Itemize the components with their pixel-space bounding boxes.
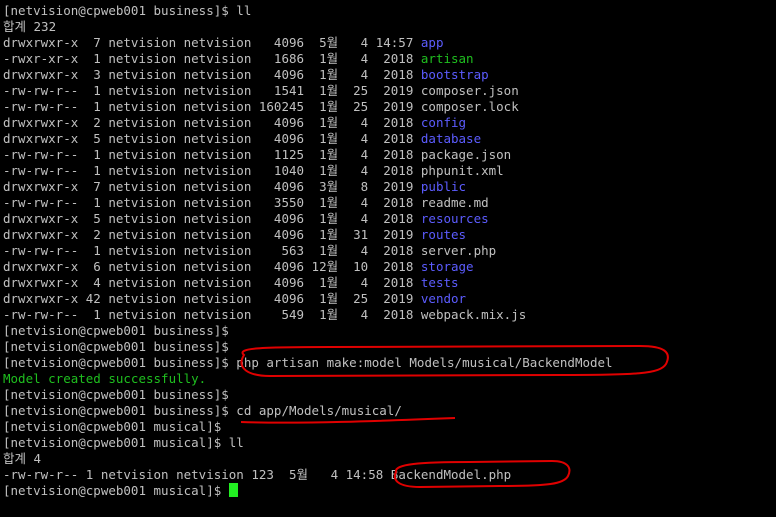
command: ll xyxy=(236,3,252,18)
file-meta: -rw-rw-r-- 1 netvision netvision 3550 1월… xyxy=(3,195,421,210)
file-name: BackendModel.php xyxy=(390,467,512,482)
listing-row: -rwxr-xr-x 1 netvision netvision 1686 1월… xyxy=(3,51,776,67)
listing-row: -rw-rw-r-- 1 netvision netvision 549 1월 … xyxy=(3,307,776,323)
success-message: Model created successfully. xyxy=(3,371,207,386)
command: cd app/Models/musical/ xyxy=(236,403,402,418)
prompt-line: [netvision@cpweb001 musical]$ ll xyxy=(3,435,776,451)
directory-name: config xyxy=(420,115,467,130)
command: php artisan make:model Models/musical/Ba… xyxy=(236,355,613,370)
file-meta: drwxrwxr-x 5 netvision netvision 4096 1월… xyxy=(3,211,421,226)
directory-listing: -rw-rw-r-- 1 netvision netvision 123 5월 … xyxy=(3,467,776,483)
total-line: 합계 4 xyxy=(3,451,42,466)
prompt-line: [netvision@cpweb001 business]$ ll xyxy=(3,3,776,19)
listing-row: drwxrwxr-x 6 netvision netvision 4096 12… xyxy=(3,259,776,275)
prompt-line: [netvision@cpweb001 business]$ xyxy=(3,323,776,339)
file-meta: -rw-rw-r-- 1 netvision netvision 123 5월 … xyxy=(3,467,391,482)
text-cursor[interactable] xyxy=(228,483,238,497)
listing-row: -rw-rw-r-- 1 netvision netvision 1040 1월… xyxy=(3,163,776,179)
listing-row: -rw-rw-r-- 1 netvision netvision 1125 1월… xyxy=(3,147,776,163)
listing-row: drwxrwxr-x 42 netvision netvision 4096 1… xyxy=(3,291,776,307)
file-name: server.php xyxy=(420,243,497,258)
directory-name: routes xyxy=(420,227,467,242)
listing-row: -rw-rw-r-- 1 netvision netvision 160245 … xyxy=(3,99,776,115)
listing-row: -rw-rw-r-- 1 netvision netvision 563 1월 … xyxy=(3,243,776,259)
file-meta: -rwxr-xr-x 1 netvision netvision 1686 1월… xyxy=(3,51,421,66)
listing-row: drwxrwxr-x 2 netvision netvision 4096 1월… xyxy=(3,227,776,243)
prompt: [netvision@cpweb001 business]$ xyxy=(3,339,237,354)
prompt: [netvision@cpweb001 business]$ xyxy=(3,323,237,338)
terminal-output[interactable]: [netvision@cpweb001 business]$ ll 합계 232… xyxy=(3,3,776,517)
prompt: [netvision@cpweb001 business]$ xyxy=(3,355,237,370)
directory-name: vendor xyxy=(420,291,467,306)
file-meta: drwxrwxr-x 6 netvision netvision 4096 12… xyxy=(3,259,421,274)
directory-name: database xyxy=(420,131,482,146)
file-meta: drwxrwxr-x 7 netvision netvision 4096 5월… xyxy=(3,35,421,50)
prompt: [netvision@cpweb001 business]$ xyxy=(3,387,237,402)
listing-row: -rw-rw-r-- 1 netvision netvision 3550 1월… xyxy=(3,195,776,211)
file-name: composer.lock xyxy=(420,99,519,114)
prompt-line: [netvision@cpweb001 business]$ xyxy=(3,339,776,355)
directory-listing: drwxrwxr-x 7 netvision netvision 4096 5월… xyxy=(3,35,776,323)
prompt: [netvision@cpweb001 musical]$ xyxy=(3,419,229,434)
listing-row: drwxrwxr-x 3 netvision netvision 4096 1월… xyxy=(3,67,776,83)
listing-row: drwxrwxr-x 4 netvision netvision 4096 1월… xyxy=(3,275,776,291)
listing-row: drwxrwxr-x 2 netvision netvision 4096 1월… xyxy=(3,115,776,131)
active-prompt-line[interactable]: [netvision@cpweb001 musical]$ xyxy=(3,483,776,499)
file-meta: drwxrwxr-x 2 netvision netvision 4096 1월… xyxy=(3,227,421,242)
file-name: composer.json xyxy=(420,83,519,98)
directory-name: resources xyxy=(420,211,489,226)
directory-name: tests xyxy=(420,275,459,290)
file-meta: drwxrwxr-x 4 netvision netvision 4096 1월… xyxy=(3,275,421,290)
file-name: webpack.mix.js xyxy=(420,307,527,322)
file-meta: drwxrwxr-x 5 netvision netvision 4096 1월… xyxy=(3,131,421,146)
listing-row: drwxrwxr-x 7 netvision netvision 4096 5월… xyxy=(3,35,776,51)
listing-row: -rw-rw-r-- 1 netvision netvision 123 5월 … xyxy=(3,467,776,483)
listing-row: drwxrwxr-x 5 netvision netvision 4096 1월… xyxy=(3,211,776,227)
file-meta: -rw-rw-r-- 1 netvision netvision 1541 1월… xyxy=(3,83,421,98)
file-meta: -rw-rw-r-- 1 netvision netvision 1040 1월… xyxy=(3,163,421,178)
file-name: phpunit.xml xyxy=(420,163,504,178)
listing-row: drwxrwxr-x 5 netvision netvision 4096 1월… xyxy=(3,131,776,147)
file-name: artisan xyxy=(420,51,474,66)
file-meta: -rw-rw-r-- 1 netvision netvision 563 1월 … xyxy=(3,243,421,258)
prompt: [netvision@cpweb001 musical]$ xyxy=(3,483,229,498)
command: ll xyxy=(228,435,244,450)
file-meta: -rw-rw-r-- 1 netvision netvision 160245 … xyxy=(3,99,421,114)
prompt-line: [netvision@cpweb001 musical]$ xyxy=(3,419,776,435)
file-meta: drwxrwxr-x 2 netvision netvision 4096 1월… xyxy=(3,115,421,130)
directory-name: bootstrap xyxy=(420,67,489,82)
directory-name: app xyxy=(420,35,444,50)
prompt: [netvision@cpweb001 musical]$ xyxy=(3,435,229,450)
file-meta: drwxrwxr-x 42 netvision netvision 4096 1… xyxy=(3,291,421,306)
prompt-line: [netvision@cpweb001 business]$ cd app/Mo… xyxy=(3,403,776,419)
listing-row: drwxrwxr-x 7 netvision netvision 4096 3월… xyxy=(3,179,776,195)
prompt: [netvision@cpweb001 business]$ xyxy=(3,3,237,18)
file-meta: drwxrwxr-x 7 netvision netvision 4096 3월… xyxy=(3,179,421,194)
prompt-line: [netvision@cpweb001 business]$ xyxy=(3,387,776,403)
file-meta: -rw-rw-r-- 1 netvision netvision 549 1월 … xyxy=(3,307,421,322)
file-name: package.json xyxy=(420,147,512,162)
directory-name: storage xyxy=(420,259,474,274)
directory-name: public xyxy=(420,179,467,194)
listing-row: -rw-rw-r-- 1 netvision netvision 1541 1월… xyxy=(3,83,776,99)
total-line: 합계 232 xyxy=(3,19,57,34)
file-meta: -rw-rw-r-- 1 netvision netvision 1125 1월… xyxy=(3,147,421,162)
prompt-line: [netvision@cpweb001 business]$ php artis… xyxy=(3,355,776,371)
prompt: [netvision@cpweb001 business]$ xyxy=(3,403,237,418)
file-name: readme.md xyxy=(420,195,489,210)
file-meta: drwxrwxr-x 3 netvision netvision 4096 1월… xyxy=(3,67,421,82)
